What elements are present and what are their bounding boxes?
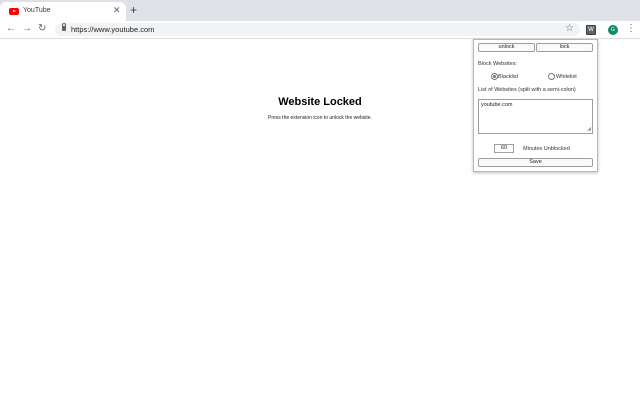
extension-popup: unlock lock Block Websites: Blacklist Wh… bbox=[473, 39, 598, 172]
block-websites-label: Block Websites: bbox=[478, 61, 518, 67]
youtube-favicon-icon bbox=[9, 8, 19, 15]
websites-textarea[interactable]: youtube.com ◢ bbox=[478, 99, 593, 134]
tab-close-icon[interactable]: ✕ bbox=[113, 5, 121, 15]
lock-button[interactable]: lock bbox=[536, 43, 593, 52]
whitelist-radio[interactable] bbox=[548, 73, 555, 80]
tab-title: YouTube bbox=[23, 7, 51, 14]
reload-icon[interactable]: ↻ bbox=[38, 23, 46, 35]
avatar[interactable]: G bbox=[608, 25, 618, 35]
browser-toolbar: ← → ↻ https://www.youtube.com ☆ W G ⋮ bbox=[0, 21, 640, 39]
save-button[interactable]: Save bbox=[478, 158, 593, 167]
website-list-label: List of Websites (split with a semi-colo… bbox=[478, 87, 576, 93]
tab-strip: YouTube ✕ + bbox=[0, 0, 640, 21]
back-icon[interactable]: ← bbox=[6, 23, 16, 35]
address-bar[interactable]: https://www.youtube.com bbox=[55, 23, 580, 36]
bookmark-star-icon[interactable]: ☆ bbox=[565, 24, 574, 34]
url-text: https://www.youtube.com bbox=[71, 25, 155, 34]
forward-icon[interactable]: → bbox=[22, 23, 32, 35]
new-tab-button[interactable]: + bbox=[130, 4, 137, 16]
extension-icon[interactable]: W bbox=[586, 25, 596, 35]
whitelist-label: Whitelist bbox=[556, 74, 577, 80]
minutes-label: Minutes Unblocked bbox=[523, 146, 570, 152]
resize-grip-icon[interactable]: ◢ bbox=[587, 127, 591, 132]
menu-icon[interactable]: ⋮ bbox=[626, 24, 636, 34]
tab-youtube[interactable]: YouTube ✕ bbox=[0, 2, 126, 21]
blacklist-radio[interactable] bbox=[491, 73, 498, 80]
websites-value: youtube.com bbox=[481, 102, 513, 108]
unlock-button[interactable]: unlock bbox=[478, 43, 535, 52]
blacklist-label: Blacklist bbox=[498, 74, 519, 80]
minutes-input[interactable]: 60 bbox=[494, 144, 514, 153]
lock-icon bbox=[62, 23, 66, 31]
